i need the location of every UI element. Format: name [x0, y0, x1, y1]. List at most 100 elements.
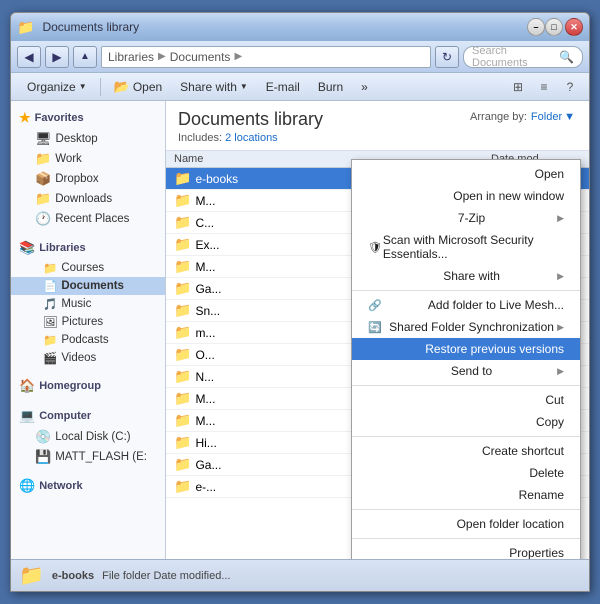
sidebar-item-documents[interactable]: 📄 Documents — [11, 277, 165, 295]
context-menu-item[interactable]: Cut — [352, 389, 580, 411]
ctx-item-icon: 🛡 — [368, 241, 383, 254]
back-button[interactable]: ◀ — [17, 46, 41, 68]
libraries-header[interactable]: 📚 Libraries — [11, 237, 165, 259]
computer-label: Computer — [39, 410, 91, 422]
context-menu-item[interactable]: 🔗Add folder to Live Mesh... — [352, 294, 580, 316]
view-details-button[interactable]: ≡ — [533, 77, 555, 97]
sidebar-item-localdisk[interactable]: 💿 Local Disk (C:) — [11, 427, 165, 447]
more-button[interactable]: » — [353, 76, 376, 98]
context-menu-item[interactable]: Create shortcut — [352, 440, 580, 462]
sidebar-item-music[interactable]: 🎵 Music — [11, 295, 165, 313]
open-button[interactable]: 📂 Open — [106, 76, 171, 98]
library-header-left: Documents library Includes: 2 locations — [178, 109, 323, 144]
videos-label: Videos — [61, 352, 96, 364]
toolbar: Organize ▼ 📂 Open Share with ▼ E-mail Bu… — [11, 73, 589, 101]
minimize-button[interactable]: – — [527, 18, 545, 36]
locations-link[interactable]: 2 locations — [225, 132, 278, 144]
homegroup-icon: 🏠 — [19, 378, 35, 394]
breadcrumb-documents: Documents — [170, 50, 231, 64]
flash-icon: 💾 — [35, 449, 51, 465]
file-folder-icon: 📁 — [174, 192, 191, 209]
flash-label: MATT_FLASH (E: — [55, 451, 147, 463]
toolbar-right: ⊞ ≡ ? — [507, 77, 581, 97]
close-button[interactable]: ✕ — [565, 18, 583, 36]
sidebar-item-flash[interactable]: 💾 MATT_FLASH (E: — [11, 447, 165, 467]
pictures-icon: 🖼 — [43, 315, 58, 329]
open-label: Open — [133, 80, 162, 94]
search-box[interactable]: Search Documents 🔍 — [463, 46, 583, 68]
sidebar-item-downloads[interactable]: 📁 Downloads — [11, 189, 165, 209]
ctx-item-label: Delete — [529, 466, 564, 480]
burn-button[interactable]: Burn — [310, 76, 351, 98]
ctx-item-label: Open — [535, 167, 564, 181]
breadcrumb-arrow1: ▶ — [158, 51, 166, 62]
file-folder-icon: 📁 — [174, 214, 191, 231]
sidebar: ★ Favorites 🖥 Desktop 📁 Work 📦 Dropbox 📁 — [11, 101, 166, 559]
ctx-arrow-icon: ▶ — [557, 271, 564, 282]
context-menu-item[interactable]: Rename — [352, 484, 580, 506]
computer-header[interactable]: 💻 Computer — [11, 405, 165, 427]
sidebar-item-recent-places[interactable]: 🕐 Recent Places — [11, 209, 165, 229]
context-menu-item[interactable]: Open folder location — [352, 513, 580, 535]
homegroup-header[interactable]: 🏠 Homegroup — [11, 375, 165, 397]
organize-button[interactable]: Organize ▼ — [19, 76, 95, 98]
context-menu-item[interactable]: Properties — [352, 542, 580, 559]
ctx-item-label: Open in new window — [453, 189, 564, 203]
maximize-button[interactable]: □ — [545, 18, 563, 36]
sidebar-item-work[interactable]: 📁 Work — [11, 149, 165, 169]
status-folder-icon: 📁 — [19, 563, 44, 588]
arrange-button[interactable]: Folder ▼ — [531, 111, 575, 123]
sidebar-item-courses[interactable]: 📁 Courses — [11, 259, 165, 277]
email-button[interactable]: E-mail — [258, 76, 308, 98]
context-menu-separator — [352, 290, 580, 291]
sidebar-item-pictures[interactable]: 🖼 Pictures — [11, 313, 165, 331]
context-menu-item[interactable]: Send to▶ — [352, 360, 580, 382]
right-panel: Documents library Includes: 2 locations … — [166, 101, 589, 559]
downloads-label: Downloads — [55, 193, 112, 205]
organize-label: Organize — [27, 80, 76, 94]
sidebar-item-videos[interactable]: 🎬 Videos — [11, 349, 165, 367]
favorites-header[interactable]: ★ Favorites — [11, 107, 165, 129]
up-button[interactable]: ▲ — [73, 46, 97, 68]
sidebar-item-dropbox[interactable]: 📦 Dropbox — [11, 169, 165, 189]
file-folder-icon: 📁 — [174, 302, 191, 319]
view-list-button[interactable]: ⊞ — [507, 77, 529, 97]
context-menu: OpenOpen in new window7-Zip▶🛡Scan with M… — [351, 159, 581, 559]
context-menu-item[interactable]: 🔄Shared Folder Synchronization▶ — [352, 316, 580, 338]
context-menu-item[interactable]: Open in new window — [352, 185, 580, 207]
context-menu-item[interactable]: Copy — [352, 411, 580, 433]
work-label: Work — [55, 153, 82, 165]
library-header: Documents library Includes: 2 locations … — [166, 101, 589, 151]
title-bar: 📁 Documents library – □ ✕ — [11, 13, 589, 41]
ctx-item-label: Create shortcut — [482, 444, 564, 458]
network-header[interactable]: 🌐 Network — [11, 475, 165, 497]
ctx-item-label: Shared Folder Synchronization — [389, 320, 554, 334]
sidebar-item-desktop[interactable]: 🖥 Desktop — [11, 129, 165, 149]
context-menu-item[interactable]: Open — [352, 163, 580, 185]
open-icon: 📂 — [114, 79, 130, 95]
breadcrumb[interactable]: Libraries ▶ Documents ▶ — [101, 46, 431, 68]
ctx-item-label: Send to — [451, 364, 492, 378]
library-title: Documents library — [178, 109, 323, 130]
organize-arrow: ▼ — [79, 82, 87, 91]
context-menu-item[interactable]: Delete — [352, 462, 580, 484]
ctx-item-label: Properties — [509, 546, 564, 559]
refresh-button[interactable]: ↻ — [435, 46, 459, 68]
breadcrumb-arrow2: ▶ — [234, 51, 242, 62]
context-menu-item[interactable]: 7-Zip▶ — [352, 207, 580, 229]
navigation-bar: ◀ ▶ ▲ Libraries ▶ Documents ▶ ↻ Search D… — [11, 41, 589, 73]
context-menu-item[interactable]: Share with▶ — [352, 265, 580, 287]
help-button[interactable]: ? — [559, 77, 581, 97]
share-button[interactable]: Share with ▼ — [172, 76, 256, 98]
context-menu-item[interactable]: Restore previous versions — [352, 338, 580, 360]
context-menu-separator — [352, 385, 580, 386]
burn-label: Burn — [318, 80, 343, 94]
podcasts-icon: 📁 — [43, 333, 57, 347]
ctx-item-label: 7-Zip — [458, 211, 485, 225]
share-arrow: ▼ — [240, 82, 248, 91]
forward-button[interactable]: ▶ — [45, 46, 69, 68]
network-label: Network — [39, 480, 82, 492]
context-menu-item[interactable]: 🛡Scan with Microsoft Security Essentials… — [352, 229, 580, 265]
sidebar-item-podcasts[interactable]: 📁 Podcasts — [11, 331, 165, 349]
computer-icon: 💻 — [19, 408, 35, 424]
